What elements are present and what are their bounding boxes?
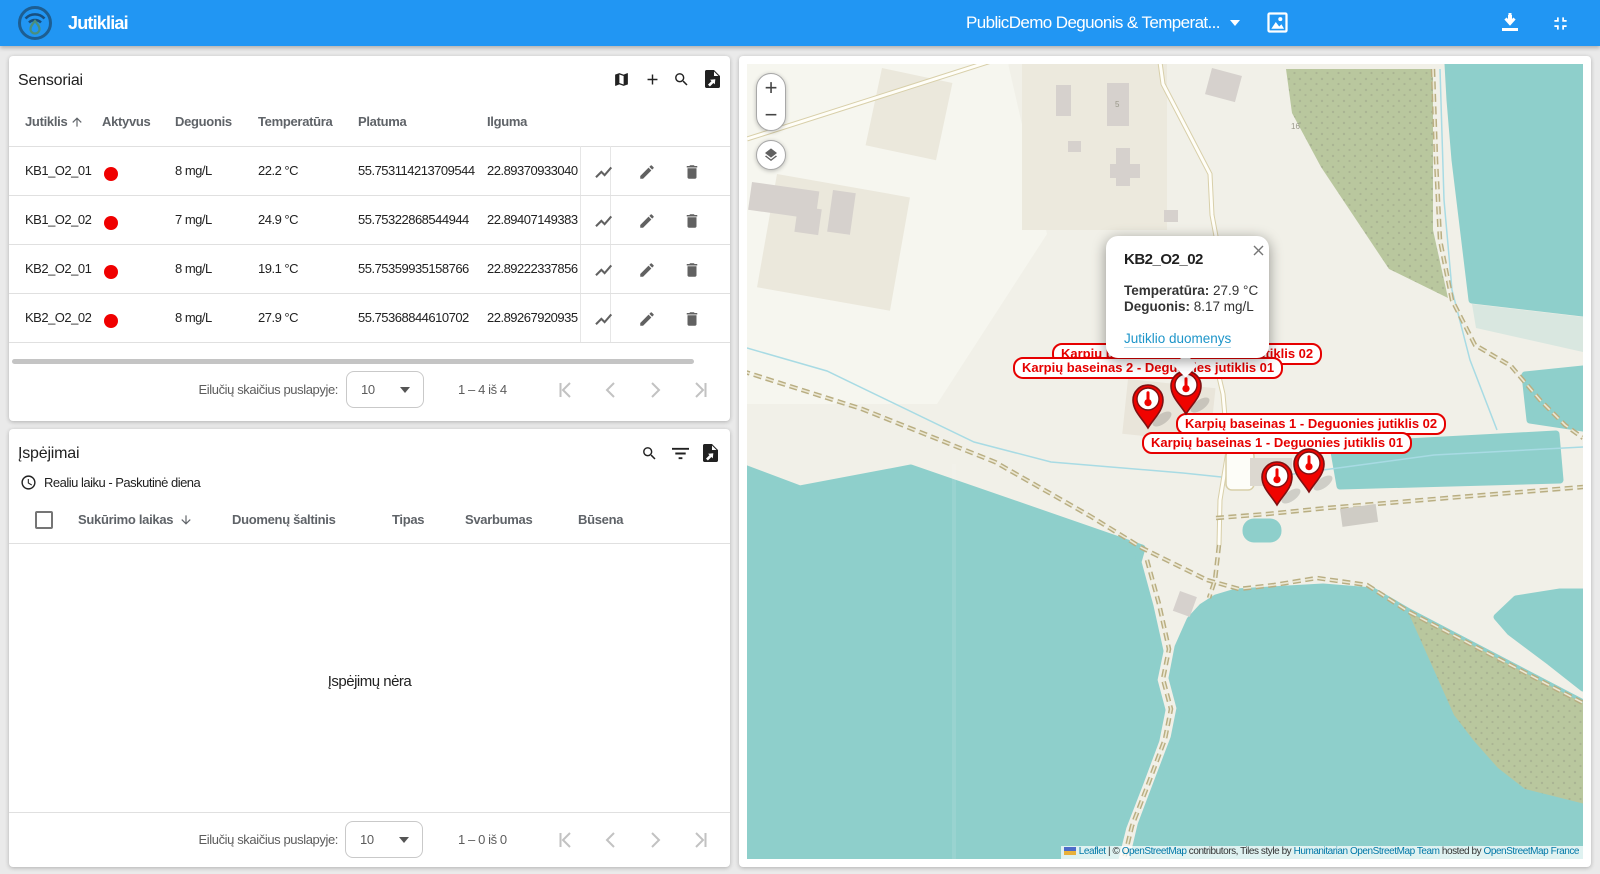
svg-text:16: 16 xyxy=(1291,122,1300,131)
svg-text:5: 5 xyxy=(1115,100,1120,109)
